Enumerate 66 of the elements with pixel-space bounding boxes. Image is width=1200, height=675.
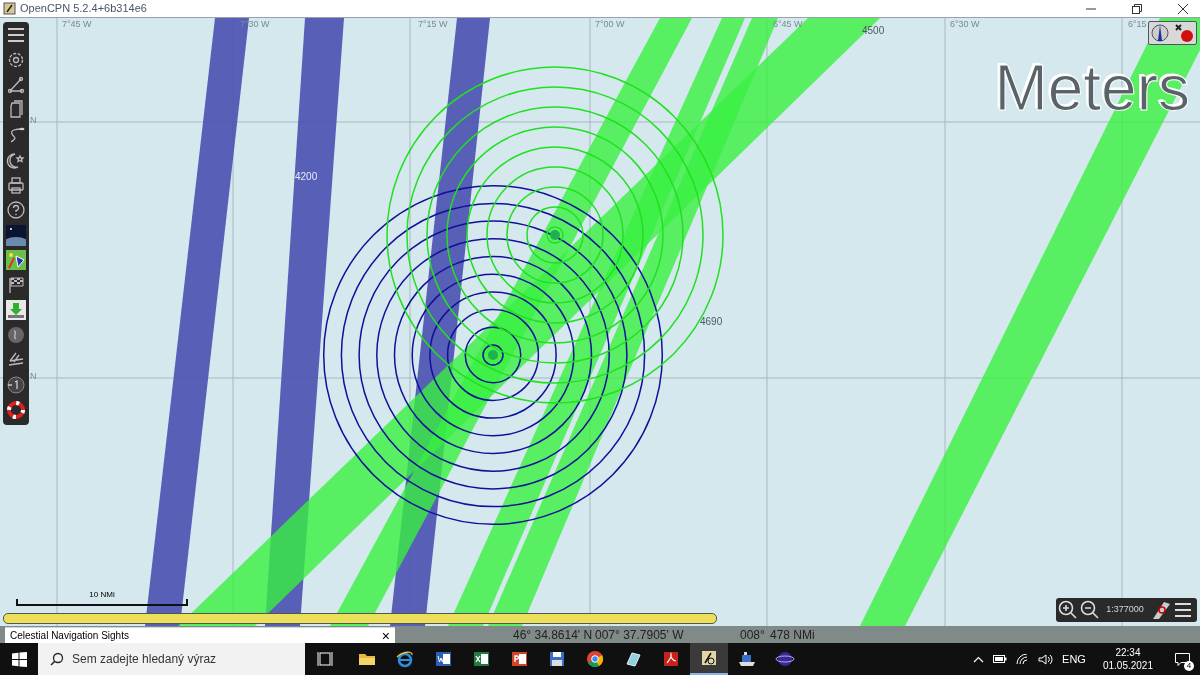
chart-key[interactable]: [3, 613, 717, 624]
start-icon[interactable]: [12, 651, 27, 667]
clock-date[interactable]: 01.05.2021: [1102, 659, 1153, 672]
lifebuoy-icon[interactable]: [6, 399, 26, 421]
task-view-icon: [315, 649, 335, 669]
grid-label: 7°00 W: [595, 20, 625, 29]
bearing-readout: 008°: [740, 626, 765, 644]
download-icon[interactable]: [6, 299, 26, 321]
grid-label: N: [30, 372, 37, 381]
sextant-icon[interactable]: [6, 249, 26, 271]
fix-marker: [488, 350, 498, 360]
globe-icon[interactable]: [6, 324, 26, 346]
grid-label: 7°45 W: [62, 20, 92, 29]
excel-icon: [471, 649, 491, 669]
printer-icon[interactable]: [6, 174, 26, 196]
ship-icon[interactable]: [1150, 600, 1172, 620]
word-icon: [433, 649, 453, 669]
help-icon[interactable]: [6, 199, 26, 221]
search-field[interactable]: Sem zadejte hledaný výraz: [38, 643, 305, 675]
language-indicator[interactable]: ENG: [1062, 650, 1086, 668]
browser-e-icon: [395, 649, 415, 669]
window-title: OpenCPN 5.2.4+6b314e6: [20, 1, 147, 17]
grid-label: N: [30, 116, 37, 125]
longitude-readout: 007° 37.7905' W: [595, 626, 684, 644]
wifi-icon[interactable]: [1016, 653, 1030, 665]
zoom-out-icon[interactable]: [1080, 600, 1100, 620]
tide-clock-icon[interactable]: [6, 374, 26, 396]
taskbar-app[interactable]: [690, 643, 728, 675]
gps-status-icon: [1173, 23, 1194, 43]
notification-icon: [1174, 652, 1190, 666]
earth-horizon-icon[interactable]: [6, 224, 26, 246]
depth-contour-label: 4690: [700, 317, 723, 327]
restore-icon[interactable]: [1132, 3, 1142, 14]
close-icon[interactable]: [1178, 3, 1188, 14]
window-title: Celestial Navigation Sights: [10, 629, 129, 643]
powerpoint-icon: [509, 649, 529, 669]
notification-count: 4: [1184, 661, 1194, 671]
notebook-icon: [623, 649, 643, 669]
chart-scale: 1:377000: [1105, 603, 1145, 617]
route-icon[interactable]: [6, 74, 26, 96]
notification-button[interactable]: 4: [1168, 647, 1196, 671]
chart-app-icon: [699, 648, 719, 668]
zoom-in-icon[interactable]: [1058, 600, 1078, 620]
checkered-flag-icon[interactable]: [6, 274, 26, 296]
compass-icon: [1151, 23, 1170, 43]
depth-contour-label: 4200: [295, 172, 318, 182]
planet-icon: [775, 649, 795, 669]
grid-label: 6°15: [1128, 20, 1147, 29]
grid-label: 6°30 W: [950, 20, 980, 29]
app-logo-icon: [3, 2, 16, 15]
latitude-readout: 46° 34.8614' N: [513, 626, 593, 644]
pdf-icon: [661, 649, 681, 669]
browser-ball-icon: [585, 649, 605, 669]
menu-icon[interactable]: [1174, 601, 1192, 619]
distance-readout: 478 NMi: [770, 626, 815, 644]
clock-time[interactable]: 22:34: [1115, 646, 1141, 659]
fix-marker: [550, 230, 560, 240]
close-button[interactable]: ×: [381, 628, 390, 643]
scale-bar-label: 10 NMi: [89, 591, 115, 599]
chevron-up-icon[interactable]: [973, 655, 985, 663]
grid-label: 7°15 W: [418, 20, 448, 29]
search-icon: [50, 652, 64, 666]
battery-icon[interactable]: [993, 655, 1008, 663]
ship-icon: [737, 649, 757, 669]
speaker-icon[interactable]: [1038, 653, 1054, 665]
compass-widget[interactable]: [1148, 21, 1197, 45]
